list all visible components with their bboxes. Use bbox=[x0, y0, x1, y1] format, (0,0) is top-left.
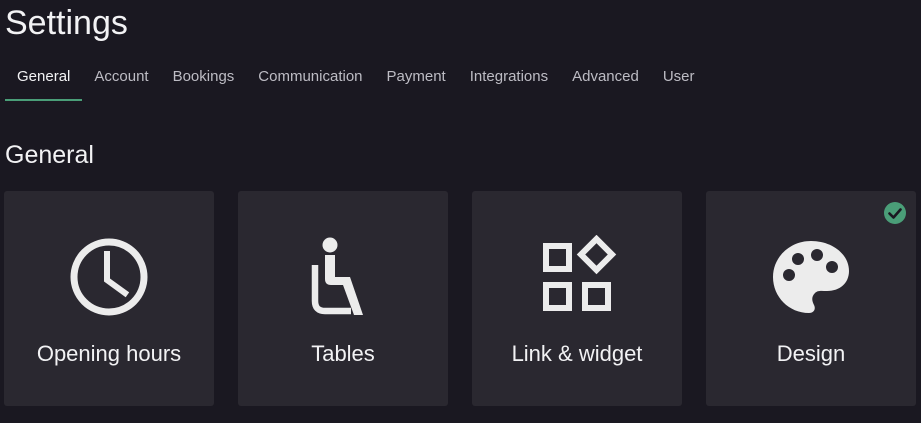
opening-hours-card[interactable]: Opening hours bbox=[4, 191, 214, 406]
tab-account[interactable]: Account bbox=[82, 58, 160, 102]
card-label: Opening hours bbox=[36, 341, 182, 366]
tab-payment[interactable]: Payment bbox=[375, 58, 458, 102]
section-title: General bbox=[5, 141, 94, 169]
seated-person-icon bbox=[301, 235, 385, 319]
card-label: Design bbox=[776, 341, 846, 366]
design-card[interactable]: Design bbox=[706, 191, 916, 406]
settings-cards: Opening hours Tables Link & widget Desig… bbox=[4, 191, 916, 406]
tab-bookings[interactable]: Bookings bbox=[161, 58, 247, 102]
check-circle-icon bbox=[883, 201, 907, 225]
settings-tabs: General Account Bookings Communication P… bbox=[5, 58, 707, 102]
link-widget-card[interactable]: Link & widget bbox=[472, 191, 682, 406]
tables-card[interactable]: Tables bbox=[238, 191, 448, 406]
tab-general[interactable]: General bbox=[5, 58, 83, 102]
clock-icon bbox=[67, 235, 151, 319]
tab-advanced[interactable]: Advanced bbox=[560, 58, 651, 102]
tab-integrations[interactable]: Integrations bbox=[458, 58, 560, 102]
palette-icon bbox=[769, 235, 853, 319]
card-label: Tables bbox=[311, 341, 375, 366]
tab-communication[interactable]: Communication bbox=[246, 58, 374, 102]
card-label: Link & widget bbox=[511, 341, 643, 366]
tab-user[interactable]: User bbox=[651, 58, 707, 102]
widgets-icon bbox=[535, 235, 619, 319]
page-title: Settings bbox=[5, 4, 128, 42]
